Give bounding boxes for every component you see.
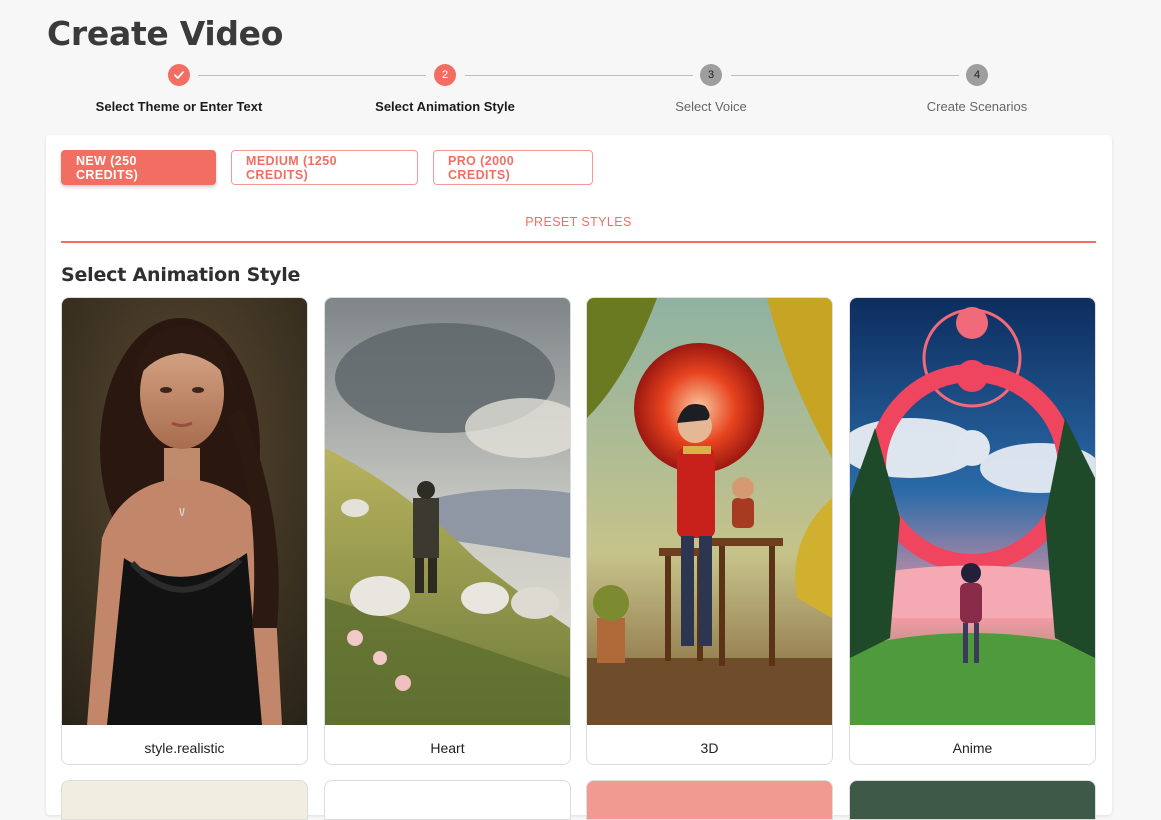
check-icon xyxy=(168,64,190,86)
plan-medium-button[interactable]: MEDIUM (1250 CREDITS) xyxy=(231,150,418,185)
style-card-heart[interactable]: Heart xyxy=(324,297,571,765)
style-card-realistic[interactable]: style.realistic xyxy=(61,297,308,765)
step-number: 2 xyxy=(434,64,456,86)
style-label: style.realistic xyxy=(144,740,225,756)
step-label: Select Theme or Enter Text xyxy=(95,99,263,114)
oil-painting-shepherd-image xyxy=(325,298,570,725)
style-card[interactable] xyxy=(61,780,308,820)
tab-preset-styles[interactable]: PRESET STYLES xyxy=(61,205,1096,243)
step-label: Create Scenarios xyxy=(926,99,1028,114)
style-label: 3D xyxy=(700,740,719,756)
plan-new-button[interactable]: NEW (250 CREDITS) xyxy=(61,150,216,185)
step-number: 3 xyxy=(700,64,722,86)
style-card-3d[interactable]: 3D xyxy=(586,297,833,765)
plan-pro-button[interactable]: PRO (2000 CREDITS) xyxy=(433,150,593,185)
step-number: 4 xyxy=(966,64,988,86)
style-card[interactable] xyxy=(849,780,1096,820)
step-create-scenarios[interactable]: 4 Create Scenarios xyxy=(844,62,1110,114)
page-title: Create Video xyxy=(47,14,284,53)
style-panel: NEW (250 CREDITS) MEDIUM (1250 CREDITS) … xyxy=(46,135,1112,820)
anime-girl-image xyxy=(850,298,1095,725)
step-select-voice[interactable]: 3 Select Voice xyxy=(578,62,844,114)
realistic-portrait-image xyxy=(62,298,307,725)
style-card-anime[interactable]: Anime xyxy=(849,297,1096,765)
step-select-animation-style[interactable]: 2 Select Animation Style xyxy=(312,62,578,114)
style-label: Heart xyxy=(430,740,465,756)
step-label: Select Animation Style xyxy=(375,99,515,114)
style-card[interactable] xyxy=(586,780,833,820)
step-label: Select Voice xyxy=(675,99,747,114)
section-title: Select Animation Style xyxy=(61,264,301,286)
stepper: Select Theme or Enter Text 2 Select Anim… xyxy=(46,62,1112,122)
style-card[interactable] xyxy=(324,780,571,820)
step-select-theme[interactable]: Select Theme or Enter Text xyxy=(46,62,312,114)
3d-render-boy-image xyxy=(587,298,832,725)
style-label: Anime xyxy=(952,740,993,756)
